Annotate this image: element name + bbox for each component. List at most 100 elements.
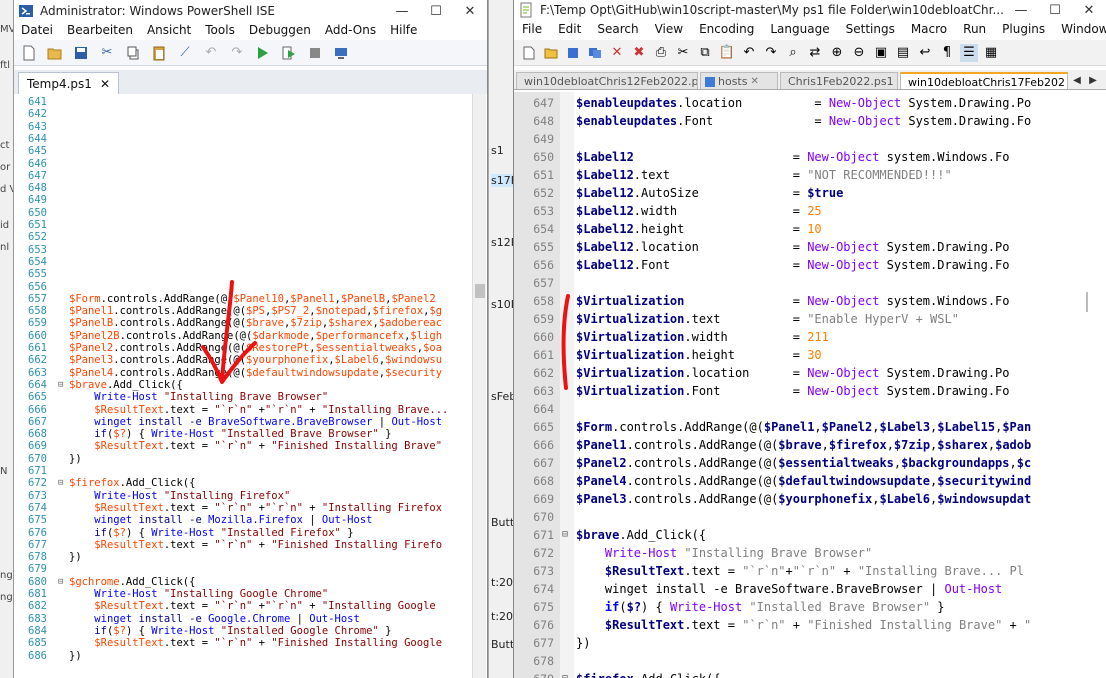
code-token: $defaultwindowsupdate [778,474,931,488]
code-token: $RestorePt [246,342,310,354]
menu-add-ons[interactable]: Add-Ons [318,22,383,40]
ise-vertical-scrollbar[interactable] [472,94,486,678]
close-button[interactable]: ✕ [453,0,487,22]
npp-code-editor[interactable]: 647 $enableupdates.location = New-Object … [514,92,1106,678]
tab-temp4[interactable]: Temp4.ps1 ✕ [18,72,119,94]
open-folder-icon[interactable] [46,44,64,62]
menu-macro[interactable]: Macro [903,20,955,40]
remote-powershell-icon[interactable] [332,44,350,62]
code-text: winget install -e Google.Chrome | Out-Ho… [69,613,360,625]
tab-scroll-right-icon[interactable]: ▶ [1086,72,1100,88]
find-icon[interactable]: ⌕ [784,44,802,62]
close-all-icon[interactable]: ✖ [630,44,648,62]
file-tab[interactable]: win10debloatChris12Feb2022.ps1✕ [516,72,698,89]
fold-toggle-icon[interactable]: ⊟ [58,379,68,391]
print-icon[interactable]: ⎙ [652,44,670,62]
file-tab-label: win10debloatChris12Feb2022.ps1 [524,75,698,88]
close-tab-icon[interactable]: ✕ [897,76,898,87]
save-all-icon[interactable] [586,44,604,62]
close-file-icon[interactable]: ✕ [608,44,626,62]
file-tab[interactable]: hosts ✕ [700,72,778,89]
code-line: 666 $ResultText.text = "`r`n" +"`r`n" + … [14,404,474,416]
minimize-button[interactable]: — [1004,0,1038,21]
ise-titlebar[interactable]: Administrator: Windows PowerShell ISE — … [14,0,487,22]
undo-icon[interactable]: ↶ [740,44,758,62]
paste-icon[interactable]: 📋 [718,44,736,62]
indent-guide-icon[interactable]: ☰ [960,43,978,62]
menu-encoding[interactable]: Encoding [691,20,762,40]
code-line: 665 Write-Host "Installing Brave Browser… [14,391,474,403]
menu-bearbeiten[interactable]: Bearbeiten [60,22,140,40]
fold-toggle-icon[interactable]: ⊟ [58,477,68,489]
save-icon[interactable] [564,44,582,62]
code-token: if [94,526,107,539]
paste-icon[interactable] [150,44,168,62]
code-text: if($?) { Write-Host "Installed Google Ch… [69,625,391,637]
file-tab[interactable]: win10debloatChris17Feb202 ✕ [900,72,1068,89]
menu-search[interactable]: Search [589,20,646,40]
ise-script-editor[interactable]: 641 642 643 644 645 646 647 648 649 650 651 652 653 6… [14,94,487,678]
cut-icon[interactable]: ✂ [98,44,116,62]
zoom-out-icon[interactable]: ⊖ [850,44,868,62]
word-wrap-icon[interactable]: ↩ [916,44,934,62]
file-tab[interactable]: Chris1Feb2022.ps1✕ [780,72,898,89]
code-token: .controls.AddRange(@( [113,354,247,367]
minimize-button[interactable]: — [385,0,419,22]
run-script-icon[interactable] [254,44,272,62]
menu-language[interactable]: Language [762,20,837,40]
tab-scroll-left-icon[interactable]: ◀ [1070,72,1084,88]
copy-icon[interactable]: ⧉ [696,44,714,62]
maximize-button[interactable]: ☐ [1038,0,1072,21]
code-line: 680 ⊟ $gchrome.Add_Click({ [14,576,474,588]
new-file-icon[interactable] [20,44,38,62]
fold-toggle-icon[interactable]: ⊟ [562,670,574,678]
code-line: 658 $Virtualization = New-Object system.W… [514,292,1106,310]
menu-file[interactable]: File [514,20,550,40]
ise-tab-strip: Temp4.ps1 ✕ [14,70,487,94]
undo-icon[interactable]: ↶ [202,44,220,62]
close-tab-icon[interactable]: ✕ [750,76,758,87]
open-file-icon[interactable] [542,44,560,62]
show-all-characters-icon[interactable]: ¶ [938,44,956,62]
menu-edit[interactable]: Edit [550,20,589,40]
redo-icon[interactable]: ↷ [228,44,246,62]
sync-vertical-icon[interactable]: ▣ [872,44,890,62]
redo-icon[interactable]: ↷ [762,44,780,62]
menu-window[interactable]: Window [1053,20,1106,40]
code-text: $Panel1.controls.AddRange(@($brave,$fire… [576,436,1031,454]
background-text-fragment: Butt [491,516,514,529]
close-tab-icon[interactable]: ✕ [100,77,110,91]
clear-console-icon[interactable]: ⟋ [176,44,194,62]
menu-debuggen[interactable]: Debuggen [242,22,318,40]
save-icon[interactable] [72,44,90,62]
run-selection-icon[interactable] [280,44,298,62]
fold-toggle-icon[interactable]: ⊟ [58,576,68,588]
code-token: $Panel3 [576,492,627,506]
stop-icon[interactable] [306,44,324,62]
copy-icon[interactable] [124,44,142,62]
sync-horizontal-icon[interactable]: ▤ [894,44,912,62]
menu-plugins[interactable]: Plugins [994,20,1053,40]
fold-toggle-icon[interactable]: ⊟ [562,526,574,544]
menu-view[interactable]: View [647,20,691,40]
zoom-in-icon[interactable]: ⊕ [828,44,846,62]
menu-run[interactable]: Run [955,20,994,40]
menu-hilfe[interactable]: Hilfe [383,22,424,40]
menu-tools[interactable]: Tools [198,22,242,40]
code-token: New-Object [828,114,902,128]
new-file-icon[interactable] [520,44,538,62]
udl-icon[interactable]: ▦ [982,44,1000,62]
menu-settings[interactable]: Settings [838,20,903,40]
cut-icon[interactable]: ✂ [674,44,692,62]
maximize-button[interactable]: ☐ [419,0,453,22]
menu-ansicht[interactable]: Ansicht [140,22,198,40]
menu-datei[interactable]: Datei [14,22,60,40]
scroll-thumb[interactable] [475,284,485,298]
npp-titlebar[interactable]: F:\Temp Opt\GitHub\win10script-master\My… [514,0,1106,20]
close-button[interactable]: ✕ [1072,0,1106,21]
code-text: $PanelB.controls.AddRange(@($brave,$7zip… [69,317,442,329]
replace-icon[interactable]: ⇄ [806,44,824,62]
